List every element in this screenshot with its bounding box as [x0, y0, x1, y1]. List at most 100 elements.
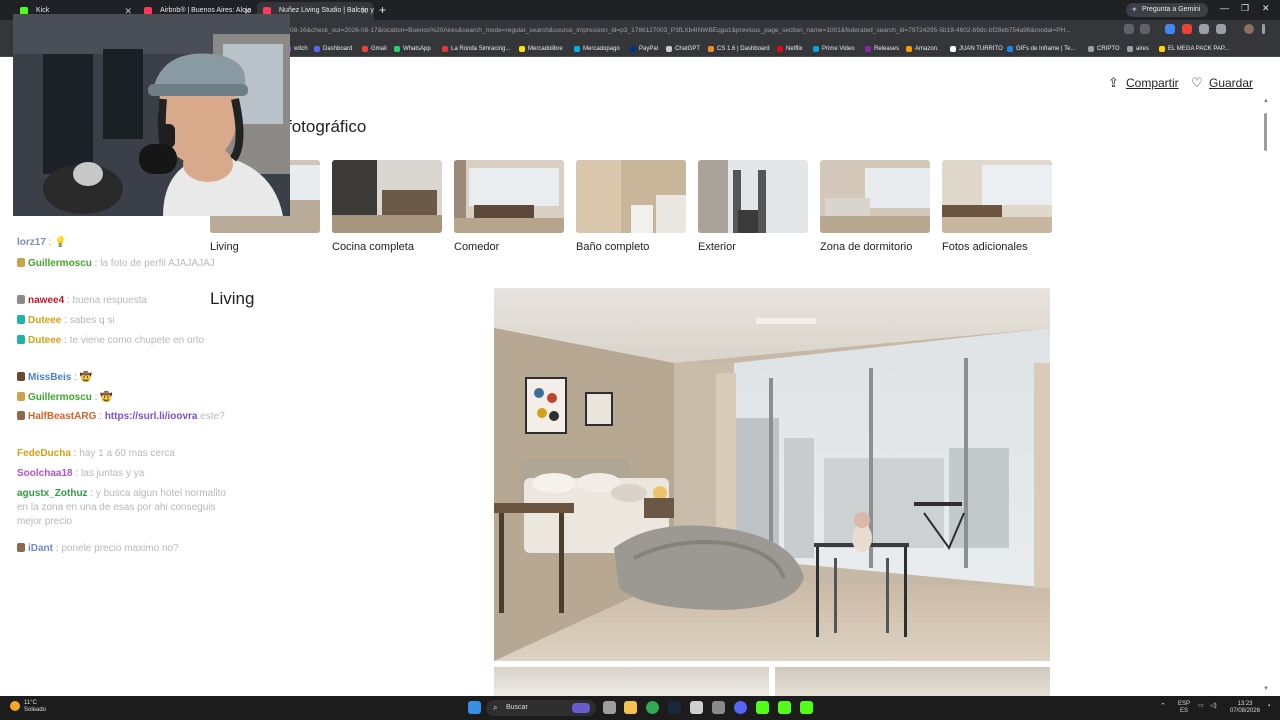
volume-icon[interactable]: ◁)	[1210, 703, 1217, 710]
thumb-additional-photos[interactable]: Fotos adicionales	[942, 160, 1052, 253]
bookmark-favicon-icon	[666, 46, 672, 52]
bookmark-favicon-icon	[1007, 46, 1013, 52]
chat-username[interactable]: Guillermoscu	[28, 392, 92, 403]
file-explorer-icon[interactable]	[624, 701, 637, 714]
app-icon[interactable]	[712, 701, 725, 714]
chat-username[interactable]: Soolchaa18	[17, 468, 73, 479]
gemini-icon: ✦	[1131, 5, 1138, 14]
chat-username[interactable]: FedeDucha	[17, 448, 71, 459]
chat-username[interactable]: Duteee	[28, 315, 61, 326]
scroll-up-icon[interactable]: ▲	[1263, 98, 1269, 104]
thumb-caption: Baño completo	[576, 241, 650, 253]
extension-icon[interactable]	[1182, 24, 1192, 34]
extensions-puzzle-icon[interactable]	[1216, 24, 1226, 34]
save-button[interactable]: ♡ Guardar	[1191, 76, 1253, 91]
bookmark-item[interactable]: La Ronda Simracing...	[441, 43, 510, 55]
thumb-caption: Fotos adicionales	[942, 241, 1028, 253]
chrome-icon[interactable]	[646, 701, 659, 714]
bookmark-item[interactable]: JUAN TURRITO	[949, 43, 1003, 55]
chat-message: HalfBeastARG : https://surl.li/ioovra es…	[17, 410, 232, 424]
bookmark-favicon-icon	[1088, 46, 1094, 52]
input-language[interactable]: ESP ES	[1178, 701, 1190, 715]
url-field[interactable]: 08-16&check_out=2026-08-17&location=Buen…	[290, 23, 1120, 38]
weather-desc: Soleado	[24, 707, 47, 713]
bookmark-item[interactable]: Mercadopago	[573, 43, 620, 55]
bookmark-star-icon[interactable]	[1140, 24, 1150, 34]
kick-icon[interactable]	[756, 701, 769, 714]
profile-avatar-icon[interactable]	[1244, 24, 1254, 34]
chat-username[interactable]: MissBeis	[28, 372, 71, 383]
chat-badge-icon	[17, 392, 25, 401]
extension-icon[interactable]	[1199, 24, 1209, 34]
notifications-icon[interactable]: ▪	[1268, 703, 1270, 710]
app-icon[interactable]	[690, 701, 703, 714]
scroll-down-icon[interactable]: ▼	[1263, 686, 1269, 692]
chat-username[interactable]: Guillermoscu	[28, 258, 92, 269]
chat-message: Soolchaa18 : las juntas y ya	[17, 467, 232, 481]
chat-username[interactable]: Duteee	[28, 335, 61, 346]
scrollbar-thumb[interactable]	[1264, 113, 1267, 151]
chat-separator: :	[96, 411, 105, 422]
menu-dots-icon[interactable]	[1262, 24, 1265, 34]
bookmark-item[interactable]: WhatsApp	[393, 43, 431, 55]
bookmark-item[interactable]: ChatGPT	[665, 43, 700, 55]
bookmark-favicon-icon	[630, 46, 636, 52]
zoom-icon[interactable]	[1124, 24, 1134, 34]
living-photo-secondary[interactable]	[494, 667, 769, 697]
bookmark-item[interactable]: Netflix	[776, 43, 803, 55]
chat-username[interactable]: lorz17	[17, 237, 46, 248]
chat-badge-icon	[17, 315, 25, 324]
chat-message: MissBeis : 🤠	[17, 371, 232, 385]
thumb-kitchen[interactable]: Cocina completa	[332, 160, 442, 253]
steam-icon[interactable]	[668, 701, 681, 714]
bookmark-item[interactable]: CRIPTO	[1087, 43, 1120, 55]
weather-widget[interactable]: 11°C Soleado	[10, 700, 46, 714]
discord-icon[interactable]	[734, 701, 747, 714]
close-tab-icon[interactable]: ✕	[360, 2, 368, 20]
chat-username[interactable]: nawee4	[28, 295, 64, 306]
bookmark-item[interactable]: Gmail	[361, 43, 387, 55]
chat-badge-icon	[17, 411, 25, 420]
network-icon[interactable]: ▭	[1198, 703, 1204, 710]
ask-gemini-button[interactable]: ✦ Pregunta a Gemini	[1126, 3, 1209, 17]
bookmark-item[interactable]: CS 1.6 | Dashboard	[707, 43, 770, 55]
chat-username[interactable]: HalfBeastARG	[28, 411, 96, 422]
living-photo-tertiary[interactable]	[775, 667, 1050, 697]
task-view-icon[interactable]	[603, 701, 616, 714]
search-icon: ⌕	[493, 703, 498, 712]
search-placeholder: Buscar	[506, 704, 528, 711]
chat-username[interactable]: agustx_Zothuz	[17, 488, 88, 499]
extension-icon[interactable]	[1165, 24, 1175, 34]
close-window-icon[interactable]: ✕	[1262, 3, 1270, 14]
thumb-bathroom[interactable]: Baño completo	[576, 160, 686, 253]
new-tab-icon[interactable]: +	[379, 2, 386, 18]
chat-username[interactable]: iDant	[28, 543, 53, 554]
tray-chevron-icon[interactable]: ⌃	[1160, 703, 1166, 710]
thumb-exterior[interactable]: Exterior	[698, 160, 808, 253]
kick-icon[interactable]	[778, 701, 791, 714]
kick-icon[interactable]	[800, 701, 813, 714]
chat-message: Duteee : te viene como chupete en orto	[17, 334, 232, 348]
chat-badge-icon	[17, 335, 25, 344]
chat-link[interactable]: https://surl.li/ioovra	[105, 411, 198, 422]
bookmark-item[interactable]: Dashboard	[313, 43, 352, 55]
tab-title: Airbnb® | Buenos Aires: Aloja	[160, 7, 252, 14]
bookmark-item[interactable]: EL MEGA PACK PAP...	[1158, 43, 1229, 55]
clock[interactable]: 13:23 07/08/2026	[1230, 701, 1260, 715]
taskbar-search[interactable]: ⌕ Buscar	[486, 700, 596, 716]
bookmark-item[interactable]: PayPal	[629, 43, 658, 55]
bookmark-item[interactable]: GIFs de Inframe | Te...	[1006, 43, 1075, 55]
bookmark-favicon-icon	[519, 46, 525, 52]
windows-start-icon[interactable]	[468, 701, 481, 714]
living-main-photo[interactable]	[494, 288, 1050, 661]
bookmark-item[interactable]: Releases	[864, 43, 899, 55]
bookmark-item[interactable]: Prime Video	[812, 43, 855, 55]
bookmark-item[interactable]: Mercadolibre	[518, 43, 563, 55]
minimize-icon[interactable]: —	[1220, 3, 1229, 13]
share-button[interactable]: ⇪ Compartir	[1108, 76, 1179, 91]
thumb-dining[interactable]: Comedor	[454, 160, 564, 253]
bookmark-item[interactable]: aires	[1126, 43, 1149, 55]
thumb-bedroom-area[interactable]: Zona de dormitorio	[820, 160, 930, 253]
maximize-icon[interactable]: ❐	[1241, 3, 1249, 14]
bookmark-item[interactable]: Amazon.	[905, 43, 939, 55]
